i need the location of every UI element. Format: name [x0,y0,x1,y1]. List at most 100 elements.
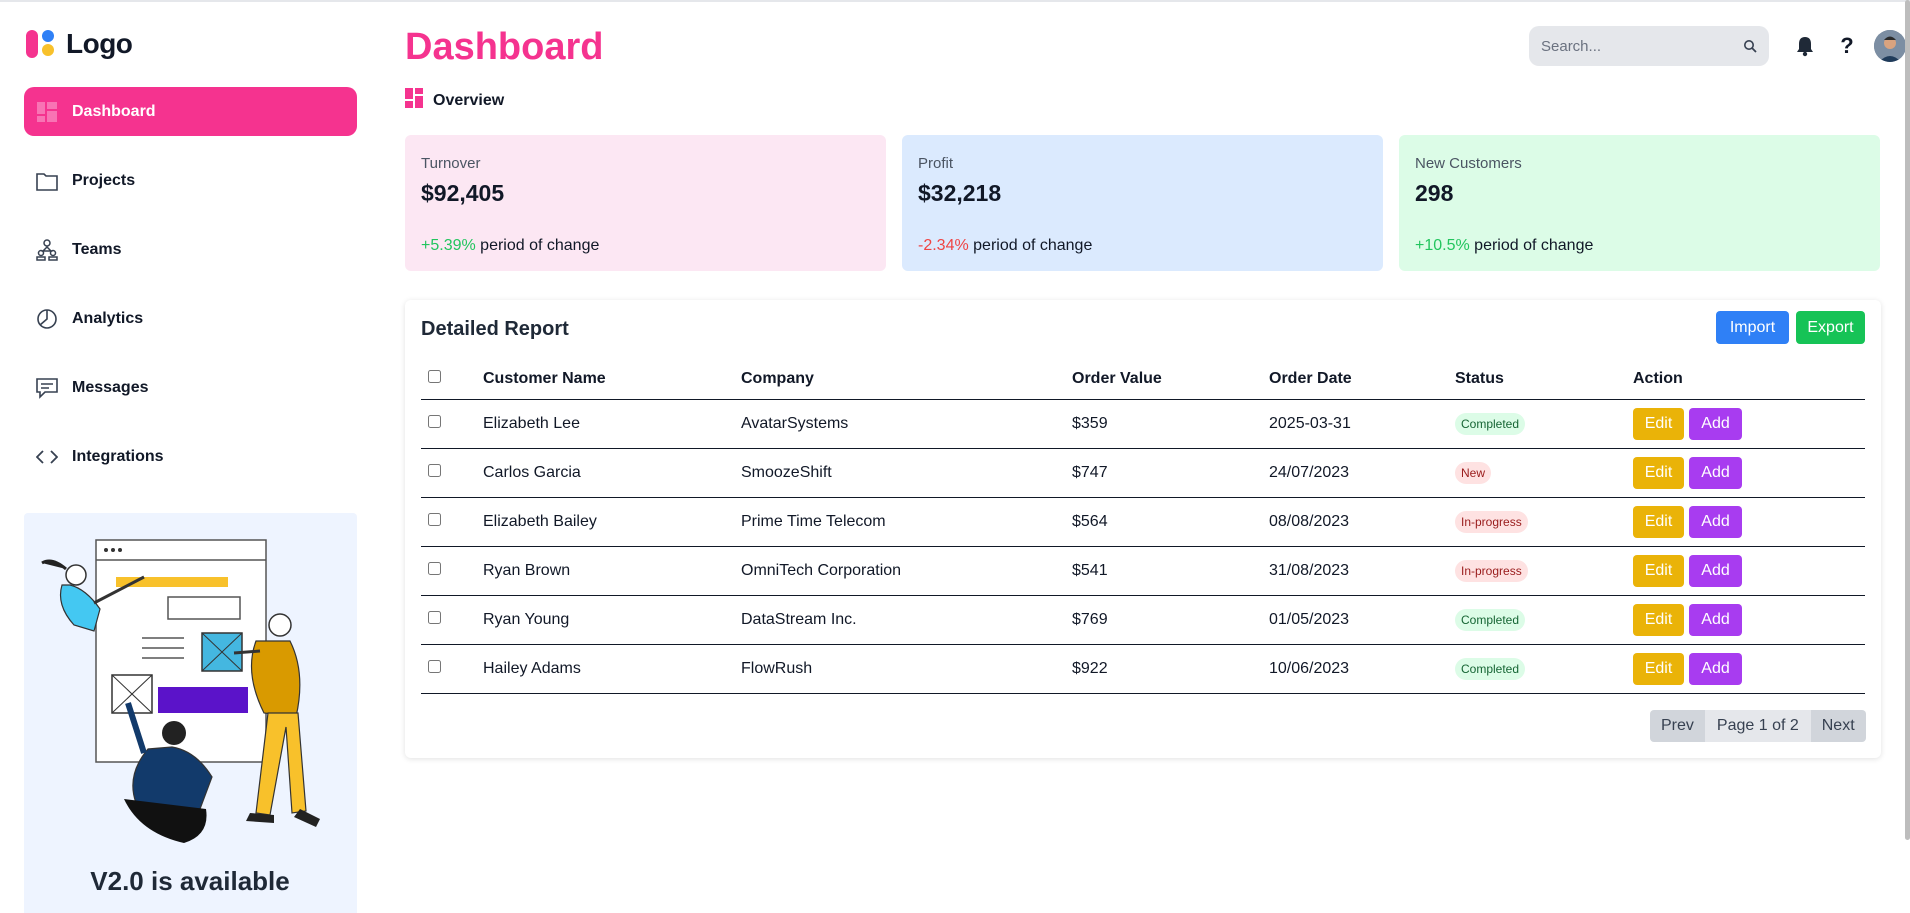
promo-card[interactable] [24,513,357,913]
column-header: Action [1633,360,1865,400]
customer-name: Ryan Young [483,595,741,645]
stat-card-turnover: Turnover $92,405 +5.39% period of change [405,135,886,271]
edit-button[interactable]: Edit [1633,554,1684,587]
column-header: Order Value [1072,360,1269,400]
row-checkbox[interactable] [428,512,441,526]
action-cell: Edit Add [1633,448,1865,498]
search-icon[interactable] [1743,39,1757,53]
status-cell: In-progress [1455,497,1633,547]
prev-page-button[interactable]: Prev [1650,710,1705,742]
status-cell: New [1455,448,1633,498]
select-all-cell [421,360,483,400]
sidebar-item-analytics[interactable]: Analytics [24,294,357,343]
stat-change: +5.39% period of change [421,237,870,255]
table-row: Ryan Brown OmniTech Corporation $541 31/08/… [421,546,1865,596]
help-icon[interactable]: ? [1834,33,1860,59]
export-button[interactable]: Export [1796,311,1865,344]
sidebar-item-label: Messages [72,378,149,396]
customer-name: Hailey Adams [483,644,741,694]
teams-icon [36,238,58,261]
logo-mark-icon [26,28,56,60]
row-checkbox[interactable] [428,463,441,477]
sidebar-item-messages[interactable]: Messages [24,363,357,412]
sidebar-item-label: Teams [72,240,122,258]
edit-button[interactable]: Edit [1633,652,1684,685]
overview-grid-icon [405,88,423,113]
stat-change-suffix: period of change [1469,237,1594,254]
add-button[interactable]: Add [1689,407,1742,440]
pagination: Prev Page 1 of 2 Next [1650,710,1866,742]
page-title: Dashboard [405,26,604,68]
company-name: OmniTech Corporation [741,546,1072,596]
edit-button[interactable]: Edit [1633,456,1684,489]
order-value: $747 [1072,448,1269,498]
sidebar-item-teams[interactable]: Teams [24,225,357,274]
stat-value: $92,405 [421,180,505,206]
stat-change-suffix: period of change [475,237,600,254]
stat-change-value: +10.5% [1415,237,1470,254]
customer-name: Elizabeth Lee [483,399,741,449]
import-button[interactable]: Import [1716,311,1789,344]
add-button[interactable]: Add [1689,456,1742,489]
pie-chart-icon [36,308,58,330]
search-input[interactable] [1541,37,1731,55]
order-date: 01/05/2023 [1269,595,1455,645]
add-button[interactable]: Add [1689,554,1742,587]
row-checkbox[interactable] [428,610,441,624]
promo-text: V2.0 is available [90,866,290,896]
stat-label: Profit [918,155,954,172]
select-all-checkbox[interactable] [428,370,441,384]
stat-card-profit: Profit $32,218 -2.34% period of change [902,135,1383,271]
sidebar-item-dashboard[interactable]: Dashboard [24,87,357,136]
order-value: $359 [1072,399,1269,449]
sidebar: Logo Dashboard Projects Teams Analytics [0,0,380,913]
search-box[interactable] [1529,26,1769,66]
action-cell: Edit Add [1633,644,1865,694]
add-button[interactable]: Add [1689,505,1742,538]
status-badge: Completed [1455,608,1526,631]
sidebar-item-integrations[interactable]: Integrations [24,432,357,481]
bell-icon[interactable] [1792,33,1818,59]
logo-text: Logo [66,28,133,59]
add-button[interactable]: Add [1689,652,1742,685]
company-name: FlowRush [741,644,1072,694]
sidebar-item-label: Analytics [72,309,144,327]
table-row: Elizabeth Lee AvatarSystems $359 2025-03-31… [421,399,1865,449]
add-button[interactable]: Add [1689,603,1742,636]
status-badge: Completed [1455,657,1526,680]
customer-name: Elizabeth Bailey [483,497,741,547]
order-date: 24/07/2023 [1269,448,1455,498]
row-checkbox[interactable] [428,414,441,428]
status-cell: Completed [1455,399,1633,449]
status-badge: In-progress [1455,510,1528,533]
status-badge: In-progress [1455,559,1528,582]
action-cell: Edit Add [1633,497,1865,547]
row-select-cell [421,546,483,596]
column-header: Company [741,360,1072,400]
dashboard-grid-icon [36,101,58,123]
sidebar-item-projects[interactable]: Projects [24,156,357,205]
order-date: 10/06/2023 [1269,644,1455,694]
next-page-button[interactable]: Next [1810,710,1866,742]
page-info: Page 1 of 2 [1704,710,1811,742]
logo[interactable]: Logo [26,28,133,60]
edit-button[interactable]: Edit [1633,407,1684,440]
order-date: 08/08/2023 [1269,497,1455,547]
edit-button[interactable]: Edit [1633,603,1684,636]
company-name: DataStream Inc. [741,595,1072,645]
stat-change-value: -2.34% [918,237,969,254]
status-badge: Completed [1455,412,1526,435]
sidebar-item-label: Projects [72,171,136,189]
edit-button[interactable]: Edit [1633,505,1684,538]
overview-heading: Overview [405,88,504,113]
company-name: SmoozeShift [741,448,1072,498]
row-checkbox[interactable] [428,659,441,673]
status-badge: New [1455,461,1492,484]
row-checkbox[interactable] [428,561,441,575]
customer-name: Ryan Brown [483,546,741,596]
scrollbar[interactable] [1905,0,1910,840]
status-cell: Completed [1455,595,1633,645]
order-date: 2025-03-31 [1269,399,1455,449]
report-table: Customer Name Company Order Value Order … [421,360,1865,694]
avatar[interactable] [1874,30,1906,62]
